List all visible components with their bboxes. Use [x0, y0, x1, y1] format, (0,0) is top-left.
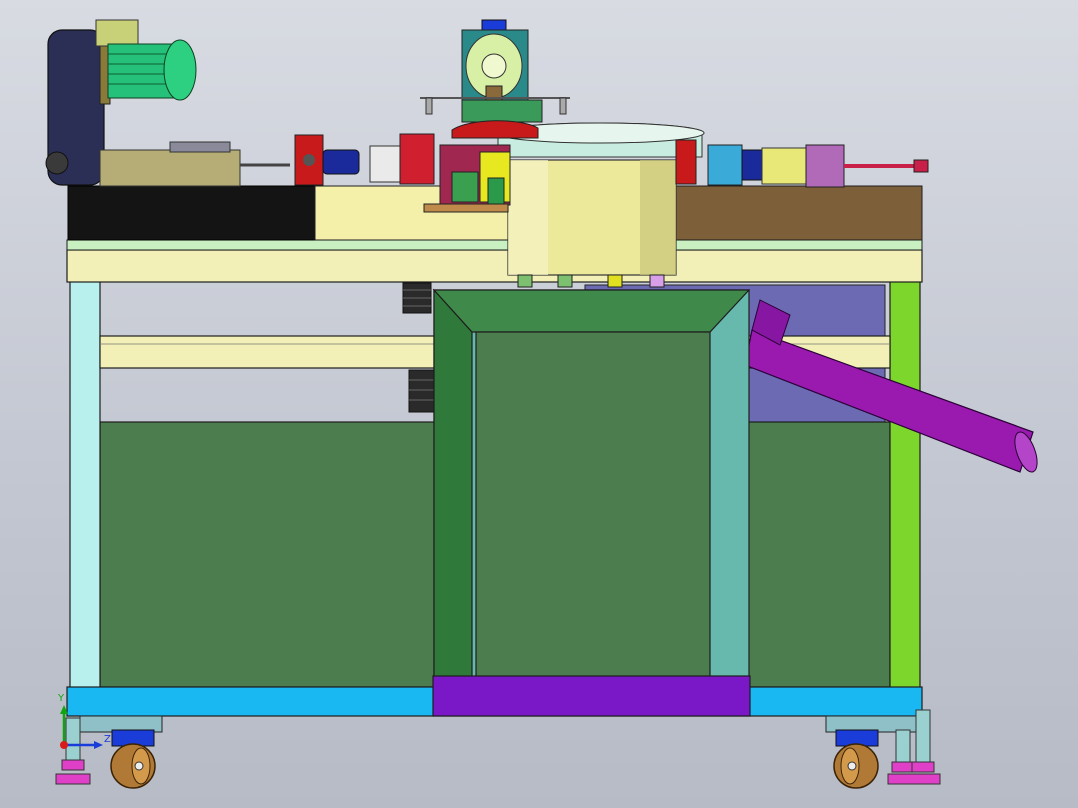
machine-assembly-model[interactable]: Y Z [0, 0, 1078, 808]
right-caster [833, 729, 879, 789]
gear-upper [402, 282, 432, 314]
gear-lower [408, 369, 435, 413]
drive-motor [45, 19, 290, 187]
left-leg [69, 279, 101, 691]
x-axis-dot [60, 741, 68, 749]
y-axis-label: Y [57, 693, 65, 704]
vibratory-bowl [495, 122, 705, 288]
right-push-cylinder [675, 139, 929, 188]
z-axis-label: Z [104, 734, 111, 745]
table-top-brown [675, 185, 923, 241]
top-frame-beam [66, 249, 923, 283]
stand-base-purple [432, 675, 751, 717]
drill-unit [294, 133, 435, 186]
center-stand [432, 288, 751, 697]
table-top-black [67, 185, 317, 241]
cad-viewport[interactable]: Y Z [0, 0, 1078, 808]
left-caster [110, 729, 156, 789]
right-leg [889, 279, 921, 691]
